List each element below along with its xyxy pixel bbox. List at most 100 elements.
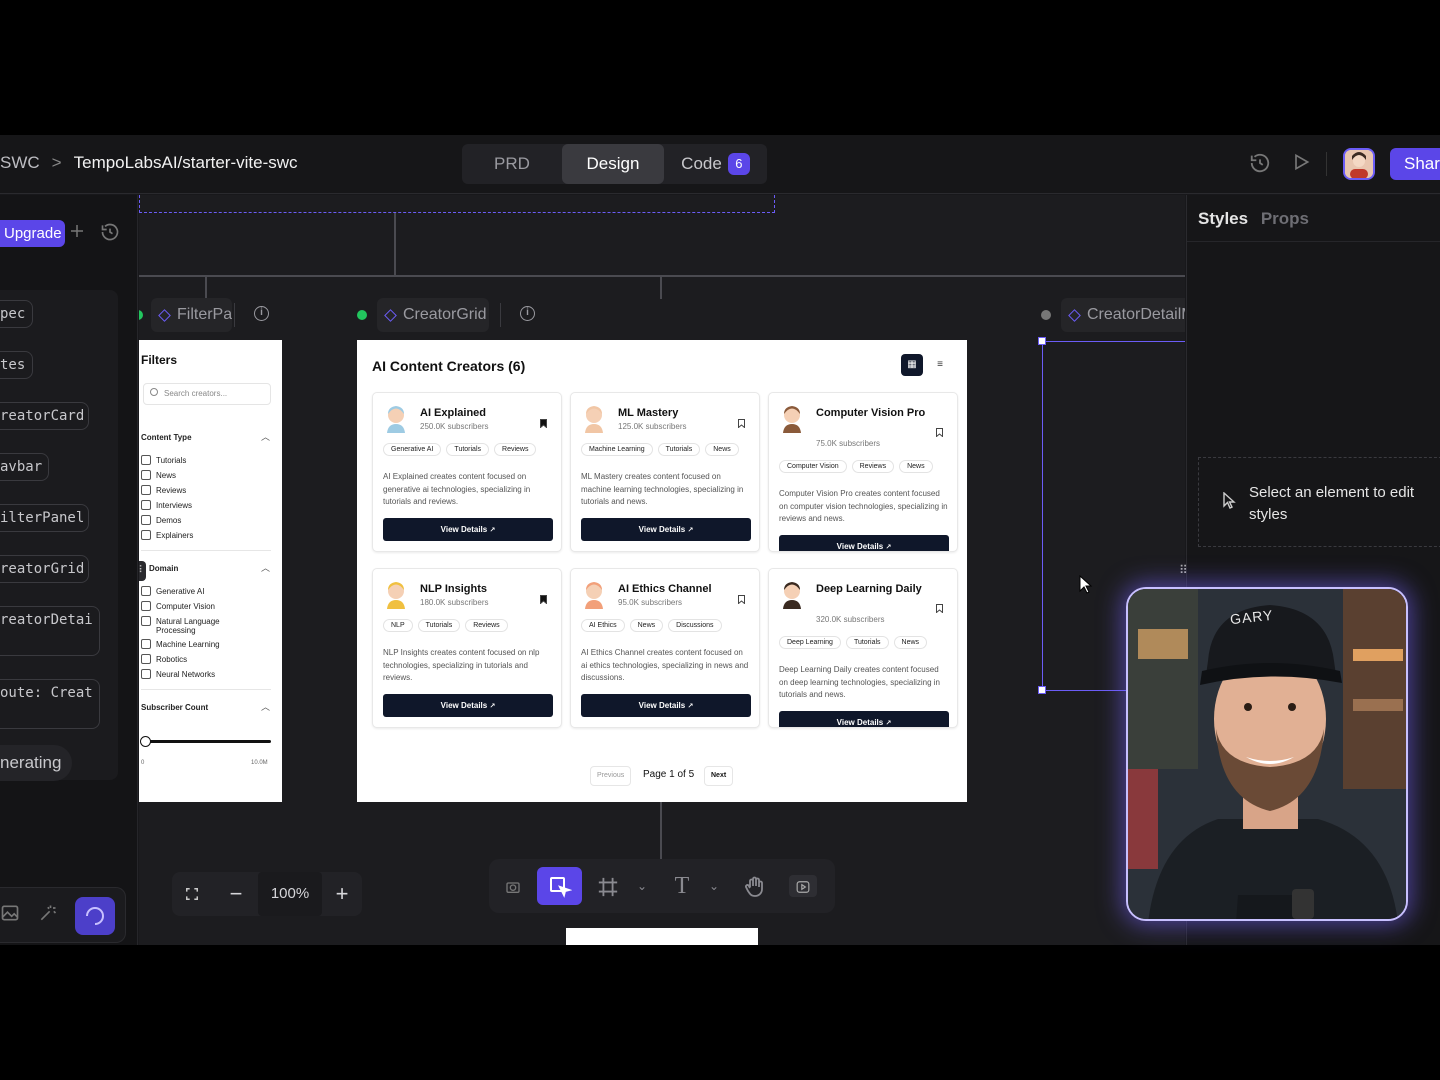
section-domain[interactable]: Domain: [149, 564, 178, 573]
bookmark-icon[interactable]: [540, 591, 547, 605]
view-details-button[interactable]: View Details ↗: [779, 535, 949, 551]
checkbox-content-type[interactable]: News: [141, 470, 176, 482]
history-icon[interactable]: [1248, 152, 1272, 176]
info-icon[interactable]: i: [254, 306, 269, 321]
view-details-button[interactable]: View Details ↗: [581, 518, 751, 541]
chevron-down-icon[interactable]: ⌄: [707, 867, 721, 905]
checkbox[interactable]: [141, 470, 151, 480]
bookmark-icon[interactable]: [936, 424, 943, 438]
bookmark-icon[interactable]: [738, 415, 745, 429]
tab-props[interactable]: Props: [1261, 209, 1309, 228]
list-view-icon[interactable]: ≡: [929, 354, 951, 376]
checkbox-domain[interactable]: Neural Networks: [141, 669, 215, 681]
checkbox-domain[interactable]: Natural Language Processing: [141, 616, 241, 635]
checkbox-content-type[interactable]: Interviews: [141, 500, 192, 512]
layer-item[interactable]: tes: [0, 351, 33, 379]
subscriber-slider-track[interactable]: [144, 740, 271, 743]
checkbox[interactable]: [141, 601, 151, 611]
checkbox[interactable]: [141, 500, 151, 510]
checkbox[interactable]: [141, 455, 151, 465]
creator-card[interactable]: ML Mastery 125.0K subscribers Machine Lear…: [570, 392, 760, 552]
camera-icon[interactable]: [499, 867, 527, 905]
loading-icon[interactable]: [75, 897, 115, 935]
checkbox-domain[interactable]: Computer Vision: [141, 601, 215, 613]
checkbox[interactable]: [141, 515, 151, 525]
image-icon[interactable]: [0, 903, 20, 928]
upgrade-button[interactable]: Upgrade: [0, 220, 65, 247]
magic-icon[interactable]: [38, 903, 58, 928]
checkbox[interactable]: [141, 654, 151, 664]
bookmark-icon[interactable]: [738, 591, 745, 605]
creator-card[interactable]: Computer Vision Pro 75.0K subscribers Comp…: [768, 392, 958, 552]
zoom-level[interactable]: 100%: [258, 872, 322, 916]
breadcrumb-repo[interactable]: TempoLabsAI/starter-vite-swc: [74, 153, 298, 172]
grid-view-icon[interactable]: ▦: [901, 354, 923, 376]
tab-prd[interactable]: PRD: [462, 144, 562, 184]
chevron-up-icon[interactable]: ︿: [261, 430, 270, 443]
creator-card[interactable]: NLP Insights 180.0K subscribers NLP Tutoria…: [372, 568, 562, 728]
checkbox-content-type[interactable]: Tutorials: [141, 455, 186, 467]
creator-card[interactable]: AI Ethics Channel 95.0K subscribers AI Eth…: [570, 568, 760, 728]
checkbox-domain[interactable]: Machine Learning: [141, 639, 220, 651]
next-button[interactable]: Next: [704, 766, 734, 786]
layer-item[interactable]: reatorDetai: [0, 606, 100, 656]
zoom-out-button[interactable]: −: [218, 872, 254, 916]
text-tool-icon[interactable]: T: [667, 867, 697, 905]
section-subscriber-count[interactable]: Subscriber Count: [141, 703, 208, 712]
creator-card[interactable]: AI Explained 250.0K subscribers Generative…: [372, 392, 562, 552]
frame-tool-icon[interactable]: [593, 867, 623, 905]
zoom-in-button[interactable]: +: [324, 872, 360, 916]
view-details-button[interactable]: View Details ↗: [383, 694, 553, 717]
view-details-button[interactable]: View Details ↗: [779, 711, 949, 727]
bookmark-icon[interactable]: [936, 600, 943, 614]
subscriber-slider-handle[interactable]: [140, 736, 151, 747]
drag-handle-icon[interactable]: ⠿: [1179, 563, 1188, 577]
tab-code[interactable]: Code 6: [664, 144, 767, 184]
checkbox[interactable]: [141, 669, 151, 679]
bookmark-icon[interactable]: [540, 415, 547, 429]
layer-item[interactable]: ilterPanel: [0, 504, 89, 532]
tab-styles[interactable]: Styles: [1198, 209, 1248, 228]
checkbox[interactable]: [141, 586, 151, 596]
resize-handle[interactable]: [1038, 686, 1046, 694]
select-tool-icon[interactable]: [537, 867, 582, 905]
plus-icon[interactable]: [68, 222, 86, 246]
preview-play-icon[interactable]: [789, 875, 817, 897]
frame-label-filter-panel[interactable]: FilterPa: [151, 298, 232, 332]
previous-button[interactable]: Previous: [590, 766, 632, 786]
layer-item[interactable]: oute: Creat: [0, 679, 100, 729]
layer-item[interactable]: avbar: [0, 453, 49, 481]
checkbox[interactable]: [141, 485, 151, 495]
resize-handle[interactable]: [1038, 337, 1046, 345]
share-button[interactable]: Shar: [1390, 148, 1440, 180]
history-icon[interactable]: [100, 222, 120, 248]
layer-item[interactable]: reatorGrid: [0, 555, 89, 583]
checkbox[interactable]: [141, 530, 151, 540]
user-avatar[interactable]: [1343, 148, 1375, 180]
chevron-down-icon[interactable]: ⌄: [635, 867, 649, 905]
checkbox-content-type[interactable]: Explainers: [141, 530, 193, 542]
layer-item[interactable]: reatorCard: [0, 402, 89, 430]
design-canvas[interactable]: FilterPa i CreatorGrid i CreatorDetailM …: [139, 195, 1185, 945]
view-details-button[interactable]: View Details ↗: [581, 694, 751, 717]
frame-label-creator-grid[interactable]: CreatorGrid: [377, 298, 489, 332]
checkbox-content-type[interactable]: Reviews: [141, 485, 186, 497]
view-details-button[interactable]: View Details ↗: [383, 518, 553, 541]
checkbox-content-type[interactable]: Demos: [141, 515, 181, 527]
checkbox-domain[interactable]: Generative AI: [141, 586, 204, 598]
chevron-up-icon[interactable]: ︿: [261, 700, 270, 713]
search-input[interactable]: Search creators...: [143, 383, 271, 405]
checkbox[interactable]: [141, 616, 151, 626]
layer-item[interactable]: pec: [0, 300, 33, 328]
creator-card[interactable]: Deep Learning Daily 320.0K subscribers Dee…: [768, 568, 958, 728]
frame-label-creator-detail[interactable]: CreatorDetailM: [1061, 298, 1185, 332]
info-icon[interactable]: i: [520, 306, 535, 321]
fit-screen-icon[interactable]: [172, 872, 212, 916]
chevron-up-icon[interactable]: ︿: [261, 561, 270, 574]
tab-design[interactable]: Design: [562, 144, 664, 184]
checkbox[interactable]: [141, 639, 151, 649]
drag-handle-icon[interactable]: ⠿: [139, 561, 146, 581]
webcam-overlay[interactable]: GARY: [1126, 587, 1408, 921]
hand-tool-icon[interactable]: [739, 867, 771, 905]
section-content-type[interactable]: Content Type: [141, 433, 192, 442]
